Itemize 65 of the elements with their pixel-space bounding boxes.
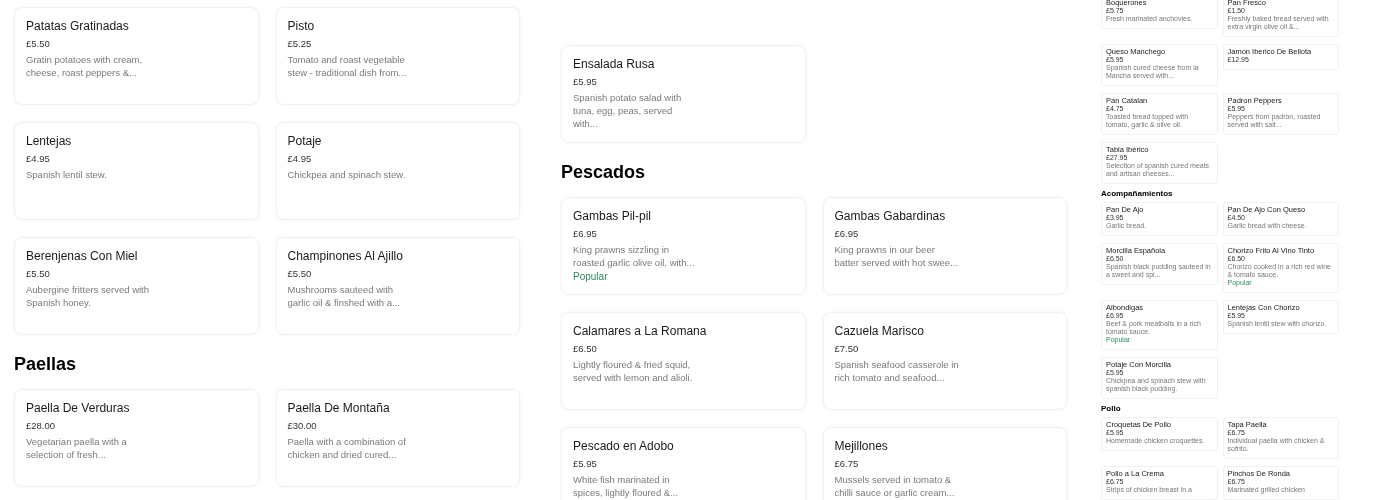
menu-item-card[interactable]: Pisto £5.25 Tomato and roast vegetable stew - traditional dish from...	[275, 7, 520, 105]
section-heading: Pescados	[561, 161, 647, 183]
menu-item-card[interactable]: Mejillones £6.75 Mussels served in tomato & chilli sauce or garlic cream...	[822, 427, 1067, 500]
item-description: Gratin potatoes with cream, cheese, roast peppers &...	[26, 53, 144, 79]
menu-item-card[interactable]: Champinones Al Ajillo £5.50 Mushrooms sauteed with garlic oil & finshed with a...	[275, 237, 520, 335]
item-price: £5.25	[287, 37, 313, 51]
item-name: Patatas Gratinadas	[26, 18, 130, 34]
menu-item-card[interactable]: Paella De Verduras £28.00 Vegetarian paella with a selection of fresh...	[14, 389, 259, 487]
item-description: Tomato and roast vegetable stew - traditional dish from...	[287, 53, 408, 79]
item-description: Chickpea and spinach stew.	[287, 168, 407, 181]
item-name: Calamares a La Romana	[573, 323, 708, 339]
menu-item-card[interactable]: Gambas Pil-pil £6.95 King prawns sizzling in roasted garlic olive oil, with... Popular	[561, 197, 806, 295]
menu-item-card[interactable]: Ensalada Rusa £5.95 Spanish potato salad with tuna, egg, peas, served with...	[561, 45, 806, 143]
item-name: Ensalada Rusa	[573, 56, 656, 72]
menu-item-card[interactable]: Cazuela Marisco £7.50 Spanish seafood casserole in rich tomato and seafood...	[822, 312, 1067, 410]
menu-item-card[interactable]: Lentejas £4.95 Spanish lentil stew.	[14, 122, 259, 220]
item-price: £7.50	[834, 342, 860, 356]
item-description: Aubergine fritters served with Spanish honey.	[26, 283, 151, 309]
item-description: Mushrooms sauteed with garlic oil & finshed with a...	[287, 283, 401, 309]
popular-label: Popular	[573, 270, 609, 284]
menu-item-card[interactable]: Gambas Gabardinas £6.95 King prawns in our beer batter served with hot swee...	[822, 197, 1067, 295]
item-name: Pisto	[287, 18, 316, 34]
item-price: £28.00	[26, 419, 57, 433]
item-name: Paella De Verduras	[26, 400, 131, 416]
item-name: Gambas Pil-pil	[573, 208, 653, 224]
item-description: Spanish potato salad with tuna, egg, peas, served with...	[573, 91, 683, 130]
section-heading: Acompañamientos	[1101, 189, 1174, 198]
item-description: King prawns sizzling in roasted garlic olive oil, with...	[573, 243, 696, 269]
menu-item-card[interactable]: Berenjenas Con Miel £5.50 Aubergine fritters served with Spanish honey.	[14, 237, 259, 335]
section-heading: Paellas	[14, 353, 78, 375]
item-name: Cazuela Marisco	[834, 323, 925, 339]
item-description: White fish marinated in spices, lightly floured &...	[573, 473, 680, 499]
menu-item-card[interactable]: Patatas Gratinadas £5.50 Gratin potatoes with cream, cheese, roast peppers &...	[14, 7, 259, 105]
item-price: £6.95	[573, 227, 598, 241]
item-description: Mussels served in tomato & chilli sauce or garlic cream...	[834, 473, 956, 499]
item-name: Gambas Gabardinas	[834, 208, 947, 224]
item-name: Potaje	[287, 133, 323, 149]
item-description: Vegetarian paella with a selection of fresh...	[26, 435, 128, 461]
item-price: £6.75	[834, 457, 860, 471]
item-price: £6.95	[834, 227, 860, 241]
item-description: Lightly floured & fried squid, served with lemon and alioli.	[573, 358, 694, 384]
item-name: Pescado en Adobo	[573, 438, 675, 454]
item-price: £6.50	[573, 342, 598, 356]
menu-item-card[interactable]: Calamares a La Romana £6.50 Lightly floured & fried squid, served with lemon and alioli.	[561, 312, 806, 410]
item-price: £5.50	[26, 267, 51, 281]
item-name: Lentejas	[26, 133, 73, 149]
menu-item-card[interactable]: Paella De Montaña £30.00 Paella with a combination of chicken and dried cured...	[275, 389, 520, 487]
item-description: Spanish lentil stew.	[26, 168, 108, 181]
item-name: Berenjenas Con Miel	[26, 248, 139, 264]
item-price: £5.95	[573, 457, 598, 471]
item-name: Mejillones	[834, 438, 889, 454]
item-price: £5.50	[26, 37, 51, 51]
item-price: £5.95	[573, 75, 598, 89]
item-name: Champinones Al Ajillo	[287, 248, 404, 264]
section-heading: Pollo	[1101, 404, 1122, 413]
item-description: Paella with a combination of chicken and dried cured...	[287, 435, 407, 461]
item-description: Spanish seafood casserole in rich tomato and seafood...	[834, 358, 960, 384]
item-price: £30.00	[287, 419, 318, 433]
item-description: King prawns in our beer batter served with hot swee...	[834, 243, 960, 269]
item-name: Paella De Montaña	[287, 400, 391, 416]
menu-item-card[interactable]: Pescado en Adobo £5.95 White fish marinated in spices, lightly floured &...	[561, 427, 806, 500]
item-price: £4.95	[287, 152, 313, 166]
item-price: £5.50	[287, 267, 313, 281]
item-price: £4.95	[26, 152, 51, 166]
menu-item-card[interactable]: Potaje £4.95 Chickpea and spinach stew.	[275, 122, 520, 220]
